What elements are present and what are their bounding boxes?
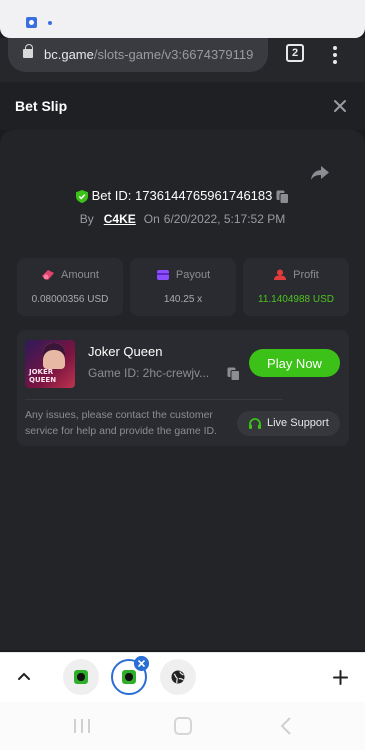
tab-favicon-icon[interactable] <box>26 17 37 28</box>
page-title: Bet Slip <box>15 98 68 114</box>
bet-id-row: Bet ID: 1736144765961746183 <box>0 188 365 204</box>
headset-icon <box>249 418 261 429</box>
game-panel: JOKER QUEEN Joker Queen Game ID: 2hc-crew… <box>17 330 349 446</box>
payout-heading: Payout <box>130 269 236 281</box>
bet-id-label: Bet ID: <box>91 188 132 203</box>
url-path: /slots-game/v3:6674379119 <box>93 47 254 62</box>
browser-tab-strip <box>0 0 365 38</box>
amount-heading: Amount <box>17 269 123 281</box>
bet-id-value: 1736144765961746183 <box>135 188 273 203</box>
tab-group-bar <box>0 652 365 702</box>
profit-stat: Profit 11.1404988 USD <box>243 258 349 316</box>
globe-icon <box>171 670 185 684</box>
lock-icon[interactable] <box>23 44 33 58</box>
profit-heading: Profit <box>243 269 349 281</box>
amount-label: Amount <box>61 269 99 281</box>
payout-value: 140.25 x <box>163 294 203 305</box>
profit-value: 11.1404988 USD <box>258 294 334 305</box>
bc-game-favicon-icon <box>74 670 88 684</box>
copy-icon[interactable] <box>276 190 290 204</box>
home-icon[interactable] <box>174 717 192 735</box>
bet-byline: By C4KE On 6/20/2022, 5:17:52 PM <box>0 212 365 226</box>
payout-stat: Payout 140.25 x <box>130 258 236 316</box>
game-thumbnail[interactable]: JOKER QUEEN <box>25 340 75 388</box>
stats-row: Amount 0.08000356 USD Payout 140.25 x Pr… <box>17 258 349 316</box>
user-link[interactable]: C4KE <box>104 212 136 226</box>
divider <box>25 399 283 400</box>
system-navigation-bar <box>0 702 365 750</box>
live-support-label: Live Support <box>267 417 329 429</box>
url-domain: bc.game <box>44 47 94 62</box>
tab-thumbnail-1[interactable] <box>63 659 99 695</box>
amount-value: 0.08000356 USD <box>31 294 109 305</box>
bet-date: 6/20/2022, 5:17:52 PM <box>163 212 286 226</box>
thumbnail-logo: JOKER QUEEN <box>29 368 56 384</box>
game-name: Joker Queen <box>88 344 163 359</box>
close-tab-icon[interactable] <box>134 656 149 671</box>
amount-icon <box>42 270 55 281</box>
play-now-button[interactable]: Play Now <box>249 349 340 377</box>
close-icon[interactable] <box>332 98 348 114</box>
tab-switcher-button[interactable]: 2 <box>286 44 304 62</box>
game-id: Game ID: 2hc-crewjv... <box>88 366 210 380</box>
thumbnail-figure <box>43 343 65 369</box>
verified-shield-icon <box>75 190 88 204</box>
browser-toolbar: bc.game/slots-game/v3:6674379119 2 <box>0 38 365 82</box>
share-icon[interactable] <box>310 165 330 181</box>
payout-label: Payout <box>175 269 211 281</box>
new-tab-plus-icon[interactable] <box>333 670 348 685</box>
tab-thumbnail-3[interactable] <box>160 659 196 695</box>
copy-game-id-icon[interactable] <box>227 367 240 381</box>
on-label: On <box>143 212 160 226</box>
amount-stat: Amount 0.08000356 USD <box>17 258 123 316</box>
page-header: Bet Slip <box>0 82 365 130</box>
address-bar[interactable]: bc.game/slots-game/v3:6674379119 <box>8 38 268 72</box>
payout-icon <box>156 270 169 281</box>
bc-game-favicon-icon <box>122 670 136 684</box>
recent-apps-icon[interactable] <box>73 718 91 734</box>
thumbnail-logo-line1: JOKER <box>29 368 54 376</box>
bet-slip-card: Bet ID: 1736144765961746183 By C4KE On 6/20… <box>0 130 365 650</box>
profit-icon <box>274 269 287 281</box>
live-support-button[interactable]: Live Support <box>237 411 340 436</box>
chevron-up-icon[interactable] <box>17 671 31 681</box>
url-text[interactable]: bc.game/slots-game/v3:6674379119 <box>44 47 253 62</box>
thumbnail-logo-line2: QUEEN <box>29 376 57 384</box>
back-icon[interactable] <box>280 717 292 735</box>
more-menu-icon[interactable] <box>333 46 337 64</box>
tab-indicator-dot <box>48 21 52 25</box>
by-label: By <box>79 212 94 226</box>
profit-label: Profit <box>293 269 319 281</box>
support-notice: Any issues, please contact the customer … <box>25 409 218 437</box>
